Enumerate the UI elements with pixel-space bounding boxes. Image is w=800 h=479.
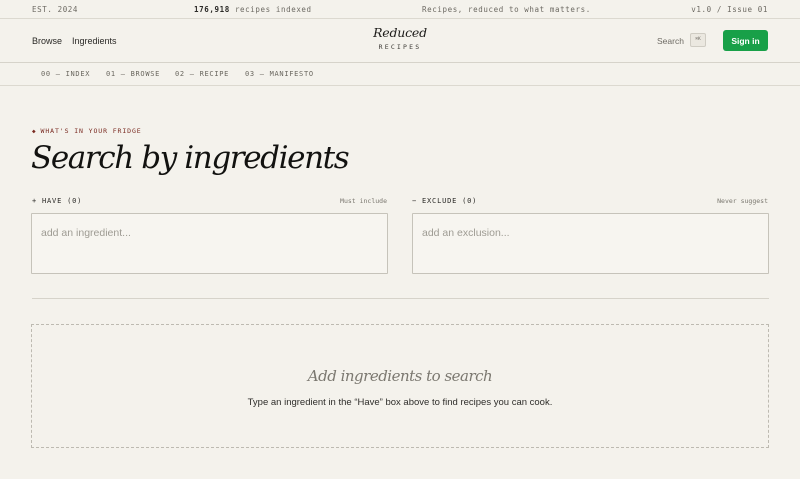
section-nav: 00 — INDEX 01 — BROWSE 02 — RECIPE 03 — … [0,63,800,86]
empty-state: Add ingredients to search Type an ingred… [31,324,769,448]
exclude-label: − EXCLUDE (0) [412,197,478,205]
eyebrow-text: WHAT'S IN YOUR FRIDGE [40,127,142,135]
have-hint: Must include [340,197,387,205]
recipe-count-suffix: recipes indexed [234,5,312,14]
recipe-count-number: 176,918 [194,5,230,14]
recipe-count: 176,918 recipes indexed [194,5,312,14]
empty-state-subtitle: Type an ingredient in the “Have” box abo… [247,397,553,408]
eyebrow: ◆ WHAT'S IN YOUR FRIDGE [32,127,142,135]
divider [32,298,769,299]
have-label: + HAVE (0) [32,197,83,205]
search-trigger[interactable]: Search [657,36,684,46]
tagline: Recipes, reduced to what matters. [422,5,591,14]
section-nav-recipe[interactable]: 02 — RECIPE [175,70,229,78]
version-label: v1.0 / Issue 01 [691,5,768,14]
exclude-ingredient-input[interactable] [412,213,769,274]
exclude-hint: Never suggest [717,197,768,205]
top-strip: EST. 2024 176,918 recipes indexed Recipe… [0,0,800,19]
section-nav-browse[interactable]: 01 — BROWSE [106,70,160,78]
established-label: EST. 2024 [32,5,79,14]
section-nav-index[interactable]: 00 — INDEX [41,70,90,78]
page-title: Search by ingredients [31,140,350,176]
empty-state-title: Add ingredients to search [307,367,493,385]
have-ingredient-input[interactable] [31,213,388,274]
section-nav-manifesto[interactable]: 03 — MANIFESTO [245,70,314,78]
sign-in-button[interactable]: Sign in [723,30,768,51]
diamond-icon: ◆ [32,128,37,135]
site-header: Browse Ingredients Reduced RECIPES Searc… [0,19,800,63]
search-shortcut-badge: ⌘K [690,33,706,47]
